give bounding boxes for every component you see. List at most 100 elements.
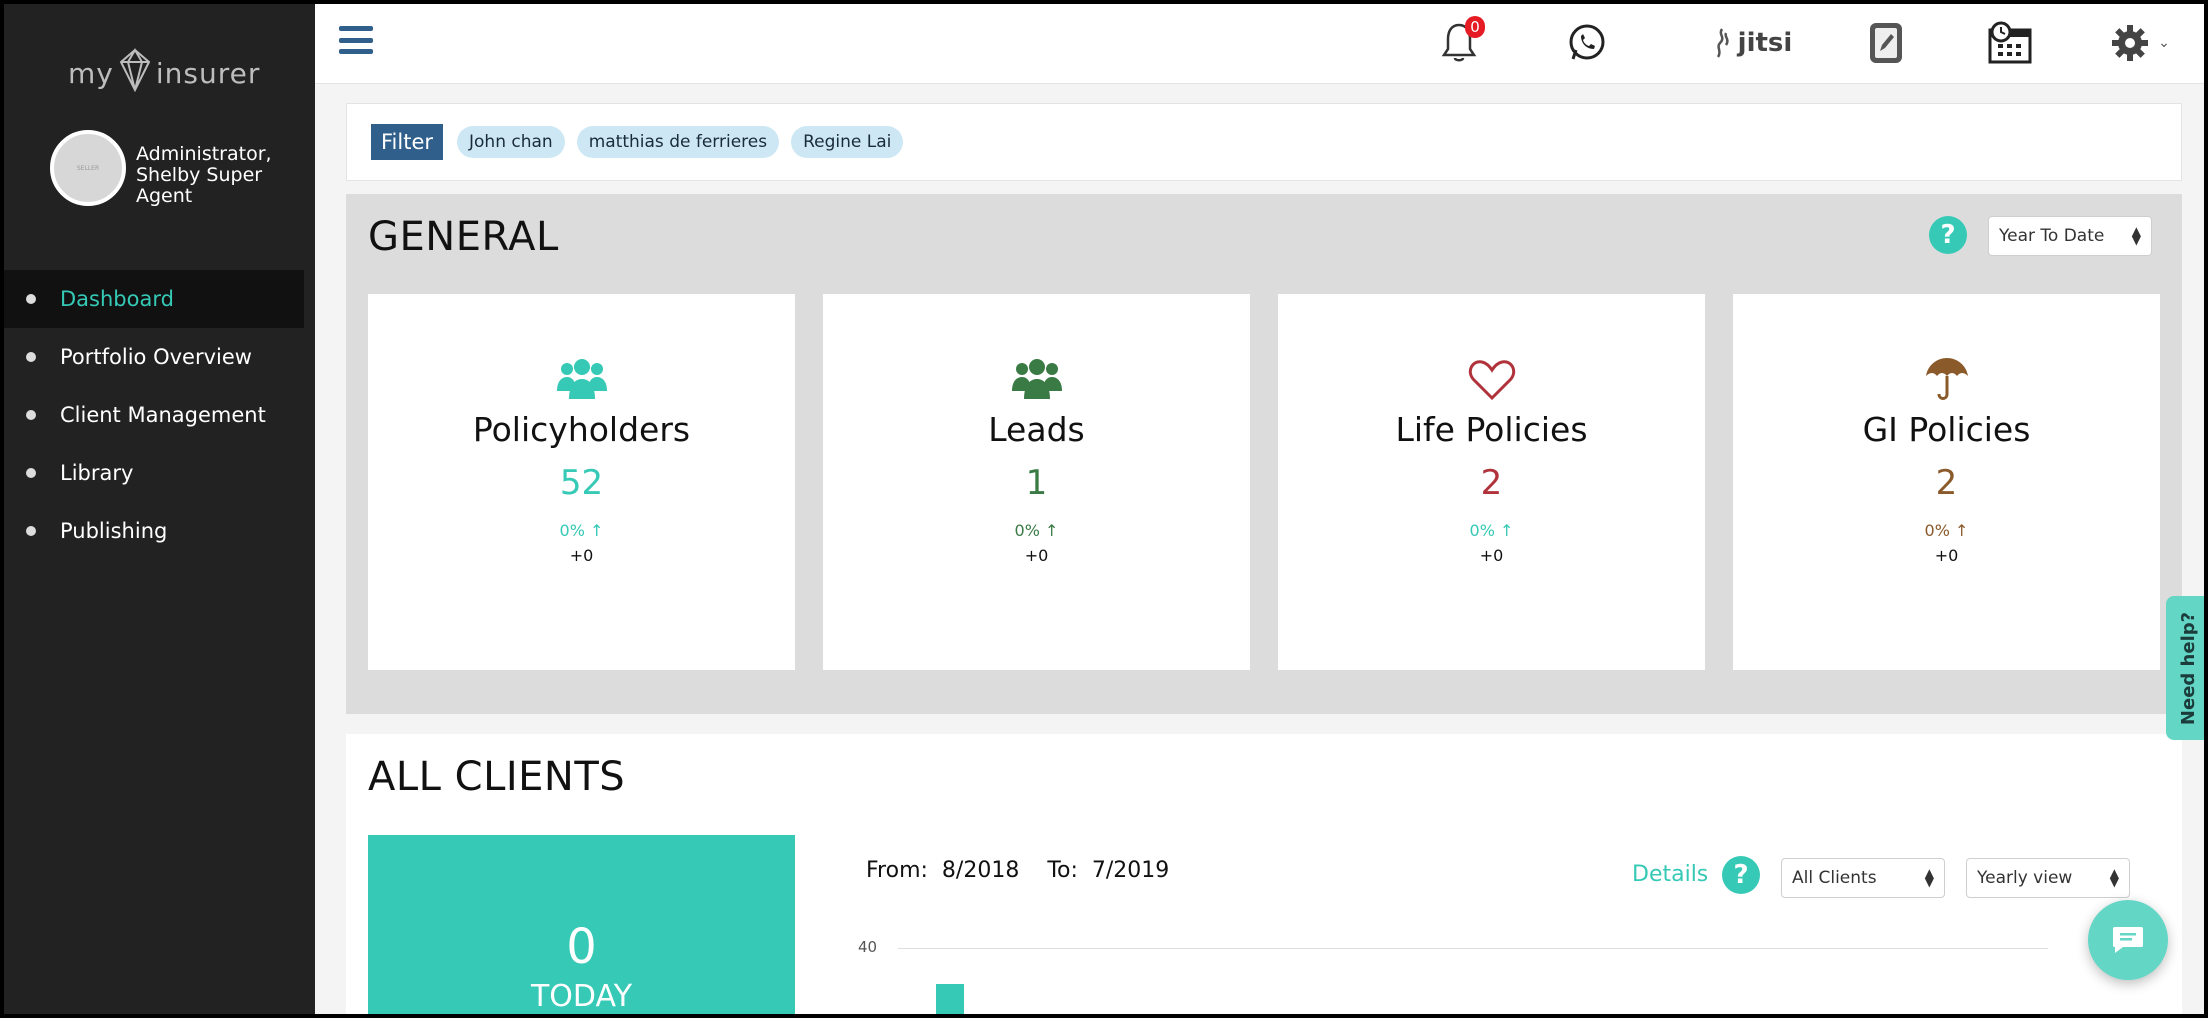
view-select[interactable]: Yearly view ▲ ▼ — [1966, 858, 2130, 898]
card-value: 2 — [1935, 463, 1958, 503]
sidebar-item-label: Library — [60, 461, 134, 485]
phone-edit-button[interactable] — [1863, 18, 1909, 68]
calendar-clock-icon — [1988, 21, 2032, 64]
filter-chip[interactable]: John chan — [457, 126, 565, 158]
bullet-icon — [26, 294, 36, 304]
jitsi-label: jitsi — [1737, 28, 1793, 58]
today-label: TODAY — [530, 979, 633, 1014]
sidebar-item-library[interactable]: Library — [4, 444, 304, 502]
sidebar-item-label: Publishing — [60, 519, 168, 543]
card-delta: +0 — [1479, 546, 1504, 565]
users-icon — [556, 354, 607, 404]
from-value: 8/2018 — [941, 858, 1020, 883]
chart-bar — [936, 984, 964, 1014]
whatsapp-icon — [1569, 24, 1605, 60]
sidebar-item-label: Portfolio Overview — [60, 345, 252, 369]
user-profile[interactable]: SELLER Administrator, Shelby Super Agent — [50, 130, 286, 207]
select-arrows-icon: ▲ ▼ — [2131, 224, 2141, 247]
card-percent-value: 0% — [1014, 521, 1040, 540]
filter-button[interactable]: Filter — [371, 124, 444, 160]
help-icon[interactable]: ? — [1722, 856, 1760, 894]
select-arrows-icon: ▲ ▼ — [2109, 866, 2119, 889]
card-title: GI Policies — [1862, 410, 2031, 449]
all-clients-section: ALL CLIENTS 0 TODAY From: 8/2018 To: 7/2… — [346, 734, 2182, 1014]
card-title: Policyholders — [472, 410, 691, 449]
jitsi-icon — [1716, 28, 1729, 58]
details-link[interactable]: Details — [1632, 862, 1708, 887]
bullet-icon — [26, 352, 36, 362]
sidebar-item-portfolio-overview[interactable]: Portfolio Overview — [4, 328, 304, 386]
sidebar-item-publishing[interactable]: Publishing — [4, 502, 304, 560]
diamond-logo-icon — [118, 47, 152, 99]
card-title: Life Policies — [1395, 410, 1588, 449]
heart-icon — [1468, 354, 1516, 404]
card-delta: +0 — [1024, 546, 1049, 565]
to-value: 7/2019 — [1091, 858, 1170, 883]
card-value: 1 — [1025, 463, 1048, 503]
calendar-button[interactable] — [1985, 18, 2035, 68]
sidebar-nav: Dashboard Portfolio Overview Client Mana… — [4, 270, 304, 560]
stat-card-gi-policies[interactable]: GI Policies 2 0% ↑ +0 — [1733, 294, 2160, 670]
client-filter-select[interactable]: All Clients ▲ ▼ — [1781, 858, 1945, 898]
top-bar: 0 jitsi ⌄ — [315, 4, 2204, 84]
card-percent: 0% ↑ — [560, 521, 604, 540]
stat-card-life-policies[interactable]: Life Policies 2 0% ↑ +0 — [1278, 294, 1705, 670]
sidebar: my insurer SELLER Administrator, Shelby … — [4, 4, 315, 1014]
jitsi-button[interactable]: jitsi — [1705, 18, 1795, 68]
select-arrows-icon: ▲ ▼ — [1924, 866, 1934, 889]
chart-gridline — [898, 948, 2048, 949]
stat-card-leads[interactable]: Leads 1 0% ↑ +0 — [823, 294, 1250, 670]
bullet-icon — [26, 468, 36, 478]
bullet-icon — [26, 526, 36, 536]
card-value: 2 — [1480, 463, 1503, 503]
app-frame: my insurer SELLER Administrator, Shelby … — [0, 0, 2208, 1018]
period-select[interactable]: Year To Date ▲ ▼ — [1988, 216, 2152, 256]
sidebar-item-dashboard[interactable]: Dashboard — [4, 270, 304, 328]
to-label: To: — [1047, 858, 1078, 883]
card-delta: +0 — [569, 546, 594, 565]
chat-button[interactable] — [2088, 900, 2168, 980]
whatsapp-button[interactable] — [1565, 18, 1609, 68]
need-help-label: Need help? — [2178, 611, 2200, 725]
client-filter-value: All Clients — [1792, 868, 1877, 888]
view-select-value: Yearly view — [1977, 868, 2073, 888]
arrow-up-icon: ↑ — [1955, 521, 1969, 540]
card-value: 52 — [559, 463, 604, 503]
avatar[interactable]: SELLER — [50, 130, 126, 206]
filter-chip[interactable]: Regine Lai — [791, 126, 904, 158]
sidebar-item-label: Dashboard — [60, 287, 174, 311]
section-title: ALL CLIENTS — [368, 754, 626, 800]
card-title: Leads — [988, 410, 1085, 449]
sidebar-item-client-management[interactable]: Client Management — [4, 386, 304, 444]
settings-menu[interactable]: ⌄ — [2105, 18, 2175, 68]
chat-icon — [2113, 927, 2143, 953]
card-percent-value: 0% — [1924, 521, 1950, 540]
stat-card-policyholders[interactable]: Policyholders 52 0% ↑ +0 — [368, 294, 795, 670]
today-clients-card[interactable]: 0 TODAY — [368, 835, 795, 1014]
notification-badge: 0 — [1465, 16, 1485, 38]
arrow-up-icon: ↑ — [1045, 521, 1059, 540]
card-percent-value: 0% — [559, 521, 585, 540]
help-icon[interactable]: ? — [1929, 216, 1967, 254]
filter-chip[interactable]: matthias de ferrieres — [576, 126, 780, 158]
card-delta: +0 — [1934, 546, 1959, 565]
notifications-button[interactable]: 0 — [1437, 16, 1485, 68]
period-select-value: Year To Date — [1999, 226, 2105, 246]
hamburger-menu-icon[interactable] — [339, 26, 373, 54]
section-title: GENERAL — [368, 214, 559, 260]
arrow-up-icon: ↑ — [1500, 521, 1514, 540]
gear-icon — [2112, 25, 2149, 61]
phone-edit-icon — [1870, 23, 1902, 63]
avatar-text: SELLER — [76, 164, 100, 172]
umbrella-icon — [1924, 354, 1970, 404]
today-value: 0 — [566, 919, 597, 975]
from-label: From: — [866, 858, 928, 883]
card-percent: 0% ↑ — [1925, 521, 1969, 540]
card-percent: 0% ↑ — [1470, 521, 1514, 540]
need-help-tab[interactable]: Need help? — [2166, 596, 2204, 740]
logo-text-right: insurer — [155, 56, 261, 90]
brand-logo[interactable]: my insurer — [68, 47, 261, 99]
bullet-icon — [26, 410, 36, 420]
sidebar-item-label: Client Management — [60, 403, 266, 427]
logo-text-left: my — [68, 56, 114, 90]
